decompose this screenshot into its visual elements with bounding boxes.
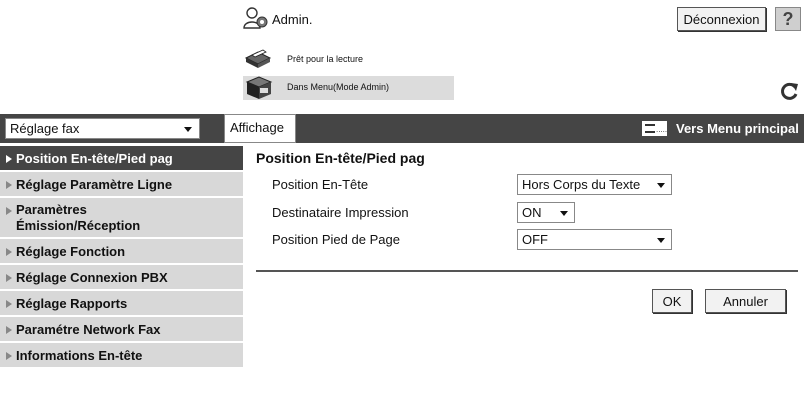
menu-dots-glyph: ..... <box>656 125 668 134</box>
chevron-down-icon <box>657 183 665 188</box>
chevron-down-icon <box>657 238 665 243</box>
recipient-print-label: Destinataire Impression <box>272 205 409 220</box>
sidebar-item-header-info[interactable]: Informations En-tête <box>0 343 243 369</box>
category-select-value: Réglage fax <box>10 121 80 136</box>
help-icon[interactable]: ? <box>775 7 801 31</box>
printer-admin-icon <box>245 76 273 99</box>
arrow-right-icon <box>6 181 12 189</box>
arrow-right-icon <box>6 207 12 215</box>
sidebar-item-label: Réglage Paramètre Ligne <box>16 177 173 192</box>
ok-button[interactable]: OK <box>652 289 692 313</box>
logout-button[interactable]: Déconnexion <box>677 7 766 31</box>
category-select[interactable]: Réglage fax <box>5 118 200 139</box>
arrow-right-icon <box>6 248 12 256</box>
arrow-right-icon <box>6 155 12 163</box>
display-tab[interactable]: Affichage <box>224 114 296 143</box>
chevron-down-icon <box>184 127 192 132</box>
sidebar-item-header-footer-position[interactable]: Position En-tête/Pied pag <box>0 146 243 172</box>
sidebar-item-label: Réglage Connexion PBX <box>16 270 168 285</box>
sidebar-item-label: Réglage Rapports <box>16 296 128 311</box>
sidebar-item-pbx-connection[interactable]: Réglage Connexion PBX <box>0 265 243 291</box>
sidebar-item-label: Position En-tête/Pied pag <box>16 151 173 166</box>
arrow-right-icon <box>6 352 12 360</box>
sidebar-item-label: Informations En-tête <box>16 348 143 363</box>
sidebar-item-label: Paramétre Network Fax <box>16 322 161 337</box>
recipient-print-select[interactable]: ON <box>517 202 575 223</box>
sidebar-item-network-fax[interactable]: Paramétre Network Fax <box>0 317 243 343</box>
arrow-right-icon <box>6 300 12 308</box>
arrow-right-icon <box>6 326 12 334</box>
chevron-down-icon <box>560 211 568 216</box>
footer-position-select[interactable]: OFF <box>517 229 672 250</box>
sidebar-item-report-settings[interactable]: Réglage Rapports <box>0 291 243 317</box>
admin-header: Admin. Déconnexion ? <box>243 4 804 34</box>
sidebar-item-label: Réglage Fonction <box>16 244 126 259</box>
status-admin-mode: Dans Menu(Mode Admin) <box>243 76 454 100</box>
admin-label: Admin. <box>272 12 313 27</box>
top-toolbar: Réglage fax Affichage ..... Vers Menu pr… <box>0 114 804 143</box>
main-menu-link[interactable]: Vers Menu principal <box>676 121 799 136</box>
status-ready: Prêt pour la lecture <box>243 48 463 72</box>
header-position-select[interactable]: Hors Corps du Texte <box>517 174 672 195</box>
recipient-print-value: ON <box>522 205 542 220</box>
status-admin-text: Dans Menu(Mode Admin) <box>287 82 390 92</box>
page-title: Position En-tête/Pied pag <box>256 150 425 166</box>
arrow-right-icon <box>6 274 12 282</box>
admin-user-icon <box>243 7 268 29</box>
sidebar: Position En-tête/Pied pag Réglage Paramè… <box>0 146 243 369</box>
header-position-label: Position En-Tête <box>272 177 369 192</box>
footer-position-value: OFF <box>522 232 548 247</box>
sidebar-item-label-line1: Paramètres <box>16 202 87 217</box>
printer-ready-icon <box>244 49 272 68</box>
cancel-button[interactable]: Annuler <box>705 289 786 313</box>
footer-position-label: Position Pied de Page <box>272 232 400 247</box>
menu-lines-icon <box>645 124 655 133</box>
status-ready-text: Prêt pour la lecture <box>287 54 364 64</box>
sidebar-item-function-settings[interactable]: Réglage Fonction <box>0 239 243 265</box>
sidebar-item-label-line2: Émission/Réception <box>16 218 141 233</box>
main-menu-icon[interactable]: ..... <box>642 121 667 136</box>
refresh-icon[interactable] <box>778 80 800 102</box>
header-position-value: Hors Corps du Texte <box>522 177 641 192</box>
content-divider <box>256 270 798 272</box>
sidebar-item-line-settings[interactable]: Réglage Paramètre Ligne <box>0 172 243 198</box>
sidebar-item-tx-rx-settings[interactable]: Paramètres Émission/Réception <box>0 198 243 239</box>
